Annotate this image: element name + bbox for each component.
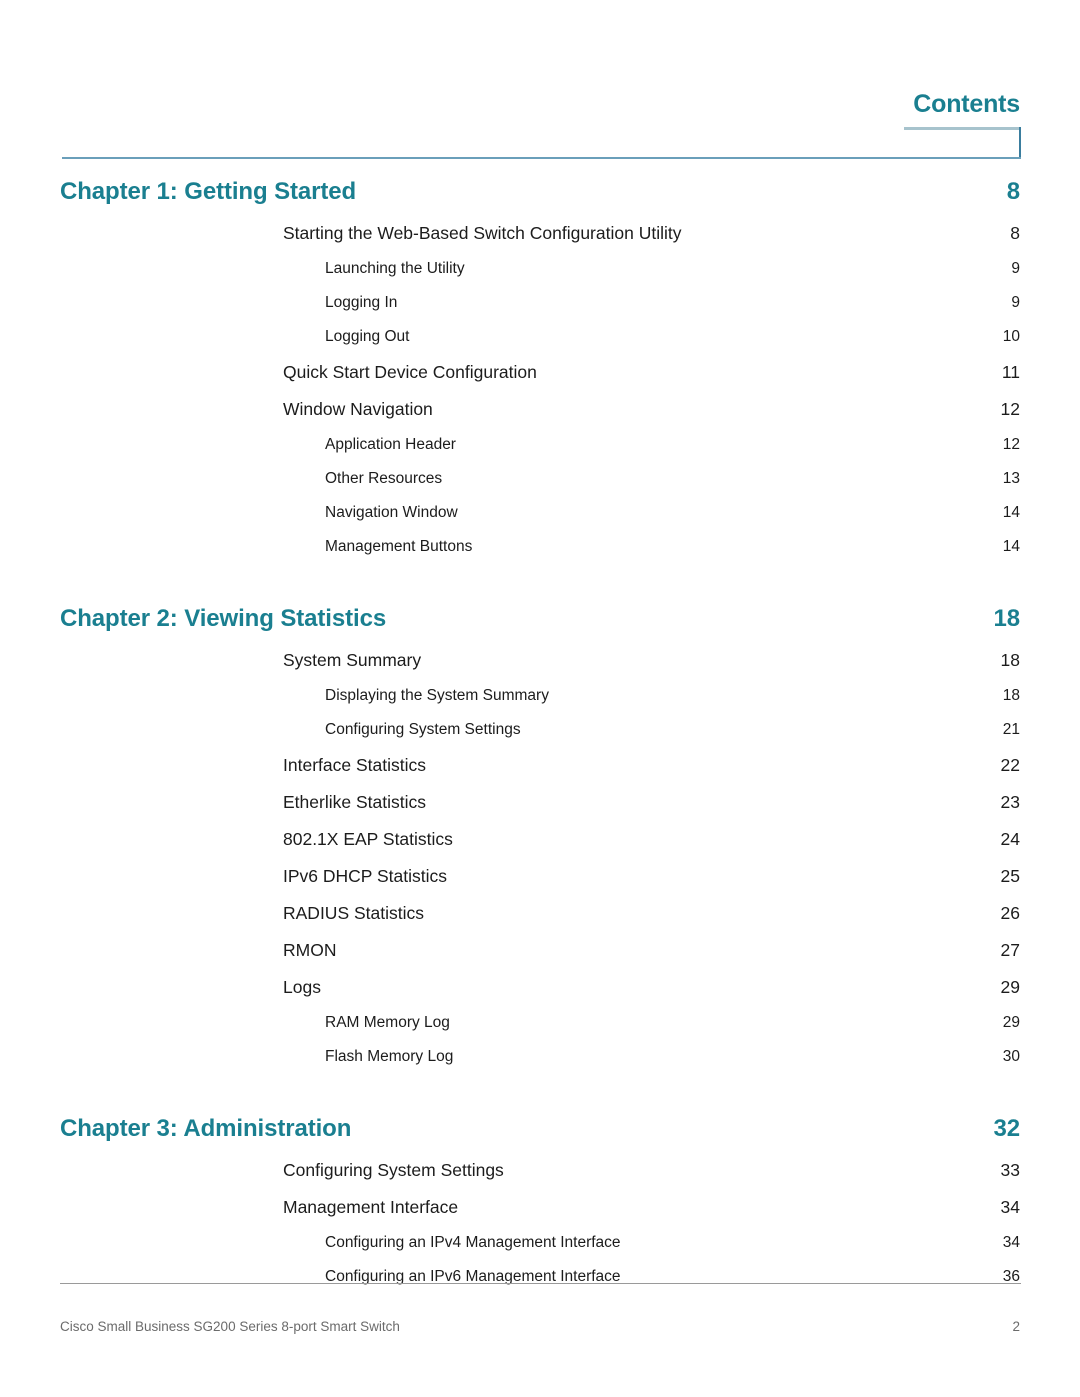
toc-chapter-label: Chapter 3: Administration [60,1115,352,1142]
toc-entry-label: Etherlike Statistics [283,792,426,812]
toc-entry-page-number: 21 [1002,721,1020,738]
toc-entry-row[interactable]: Starting the Web-Based Switch Configurat… [0,216,1080,253]
toc-entry-label: Configuring an IPv4 Management Interface [325,1234,621,1251]
toc-entry-page-number: 25 [1000,866,1020,886]
toc-entry-label: System Summary [283,650,422,670]
toc-entry-row[interactable]: RADIUS Statistics 26 [0,896,1080,933]
toc-entry-row[interactable]: Displaying the System Summary 18 [0,680,1080,714]
toc-entry-row[interactable]: RMON 27 [0,933,1080,970]
toc-entry-page-number: 34 [1002,1234,1020,1251]
toc-entry-page-number: 24 [1000,829,1020,849]
toc-entry-row[interactable]: Quick Start Device Configuration 11 [0,355,1080,392]
toc-entry-row[interactable]: Window Navigation 12 [0,392,1080,429]
toc-entry-page-number: 30 [1002,1048,1020,1065]
toc-entry-page-number: 14 [1002,538,1020,555]
toc-entry-page-number: 33 [1000,1160,1020,1180]
toc-entry-page-number: 22 [1000,755,1020,775]
toc-entry-row[interactable]: Management Interface 34 [0,1190,1080,1227]
toc-entry-label: Interface Statistics [283,755,426,775]
toc-entry-row[interactable]: RAM Memory Log 29 [0,1007,1080,1041]
toc-entry-page-number: 12 [1000,399,1020,419]
toc-entry-label: Flash Memory Log [325,1048,454,1065]
toc-entry-row[interactable]: Configuring System Settings 21 [0,714,1080,748]
toc-entry-page-number: 12 [1002,436,1020,453]
toc-entry-row[interactable]: Configuring System Settings 33 [0,1153,1080,1190]
header-vertical-rule [1019,127,1021,159]
toc-entry-row[interactable]: Other Resources 13 [0,463,1080,497]
toc-entry-label: Configuring System Settings [325,721,521,738]
toc-entry-row[interactable]: Logging Out 10 [0,321,1080,355]
toc-entry-page-number: 9 [1011,294,1020,311]
toc-chapter-label: Chapter 2: Viewing Statistics [60,605,387,632]
toc-entry-label: Starting the Web-Based Switch Configurat… [283,223,682,243]
toc-entry-row[interactable]: 802.1X EAP Statistics 24 [0,822,1080,859]
toc-entry-label: Other Resources [325,470,443,487]
toc-entry-label: IPv6 DHCP Statistics [283,866,448,886]
toc-entry-label: RADIUS Statistics [283,903,424,923]
toc-entry-label: Displaying the System Summary [325,687,549,704]
toc-entry-page-number: 8 [1010,223,1020,243]
toc-entry-row[interactable]: Logs 29 [0,970,1080,1007]
toc-entry-label: Management Buttons [325,538,473,555]
toc-entry-row[interactable]: IPv6 DHCP Statistics 25 [0,859,1080,896]
header-divider-rule [62,157,1021,159]
page-header: Contents [0,0,1080,160]
toc-entry-row[interactable]: Navigation Window 14 [0,497,1080,531]
toc-entry-label: Management Interface [283,1197,459,1217]
footer-product-name: Cisco Small Business SG200 Series 8-port… [60,1319,400,1334]
toc-entry-row[interactable]: Flash Memory Log 30 [0,1041,1080,1075]
toc-chapter-row[interactable]: Chapter 2: Viewing Statistics 18 [0,587,1080,643]
toc-chapter-row[interactable]: Chapter 3: Administration 32 [0,1097,1080,1153]
toc-entry-page-number: 34 [1000,1197,1020,1217]
toc-entry-label: Application Header [325,436,456,453]
toc-entry-page-number: 23 [1000,792,1020,812]
toc-entry-page-number: 11 [1001,362,1020,382]
footer-page-number: 2 [1012,1319,1020,1334]
toc-entry-page-number: 18 [1002,687,1020,704]
page-footer: Cisco Small Business SG200 Series 8-port… [0,1283,1080,1363]
toc-entry-label: Launching the Utility [325,260,465,277]
toc-entry-page-number: 29 [1000,977,1020,997]
toc-entry-row[interactable]: System Summary 18 [0,643,1080,680]
table-of-contents: Chapter 1: Getting Started 8 Starting the … [0,160,1080,1295]
toc-entry-page-number: 13 [1002,470,1020,487]
toc-entry-row[interactable]: Configuring an IPv4 Management Interface… [0,1227,1080,1261]
toc-entry-page-number: 26 [1000,903,1020,923]
document-page: Contents Chapter 1: Getting Started 8 Star… [0,0,1080,1397]
toc-entry-page-number: 18 [1000,650,1020,670]
header-accent-rule [904,127,1021,130]
toc-entry-page-number: 14 [1002,504,1020,521]
toc-entry-row[interactable]: Interface Statistics 22 [0,748,1080,785]
toc-chapter-page-number: 18 [993,605,1021,632]
toc-chapter-page-number: 8 [1006,178,1020,205]
toc-entry-row[interactable]: Application Header 12 [0,429,1080,463]
toc-entry-page-number: 27 [1000,940,1020,960]
toc-entry-label: RMON [283,940,337,960]
toc-entry-page-number: 10 [1002,328,1020,345]
toc-entry-label: Logging In [325,294,398,311]
toc-entry-label: Window Navigation [283,399,433,419]
toc-entry-label: 802.1X EAP Statistics [283,829,453,849]
toc-entry-label: Logging Out [325,328,410,345]
toc-entry-page-number: 29 [1002,1014,1020,1031]
footer-divider-rule [60,1283,1021,1284]
toc-entry-label: Quick Start Device Configuration [283,362,537,382]
toc-entry-label: Navigation Window [325,504,458,521]
toc-entry-row[interactable]: Management Buttons 14 [0,531,1080,565]
toc-chapter-page-number: 32 [993,1115,1021,1142]
toc-chapter-row[interactable]: Chapter 1: Getting Started 8 [0,160,1080,216]
page-title: Contents [913,90,1020,118]
toc-entry-label: Logs [283,977,321,997]
toc-entry-row[interactable]: Launching the Utility 9 [0,253,1080,287]
toc-entry-row[interactable]: Etherlike Statistics 23 [0,785,1080,822]
toc-entry-label: RAM Memory Log [325,1014,450,1031]
toc-entry-row[interactable]: Logging In 9 [0,287,1080,321]
toc-entry-page-number: 9 [1011,260,1020,277]
toc-chapter-label: Chapter 1: Getting Started [60,178,357,205]
toc-entry-label: Configuring System Settings [283,1160,504,1180]
